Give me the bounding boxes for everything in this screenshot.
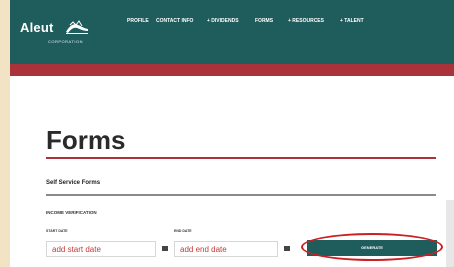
subsection-heading: INCOME VERIFICATION: [46, 210, 97, 215]
nav-item-profile[interactable]: PROFILE: [127, 18, 149, 24]
end-date-label: END DATE: [174, 229, 192, 233]
brand-stripe: [10, 64, 454, 76]
section-heading: Self Service Forms: [46, 180, 101, 186]
calendar-icon[interactable]: [284, 246, 290, 251]
page-title: Forms: [46, 125, 126, 155]
logo-name: Aleut: [20, 20, 54, 35]
start-date-label: START DATE: [46, 229, 68, 233]
side-panel: [446, 200, 454, 267]
nav-item-forms[interactable]: FORMS: [255, 18, 273, 24]
nav-item-dividends[interactable]: + DIVIDENDS: [207, 18, 239, 24]
title-divider: [46, 157, 436, 159]
section-divider: [46, 194, 436, 196]
nav-item-contact-info[interactable]: CONTACT INFO: [156, 18, 193, 24]
end-date-input[interactable]: [174, 241, 278, 257]
nav-item-talent[interactable]: + TALENT: [340, 18, 364, 24]
seal-icon: [66, 20, 88, 34]
start-date-input[interactable]: [46, 241, 156, 257]
page: Aleut CORPORATION PROFILE CONTACT INFO +…: [10, 0, 454, 267]
top-navigation-bar: Aleut CORPORATION PROFILE CONTACT INFO +…: [10, 0, 454, 64]
nav-item-resources[interactable]: + RESOURCES: [288, 18, 324, 24]
logo-subtitle: CORPORATION: [48, 39, 83, 44]
highlight-ellipse: [301, 233, 443, 261]
calendar-icon[interactable]: [162, 246, 168, 251]
